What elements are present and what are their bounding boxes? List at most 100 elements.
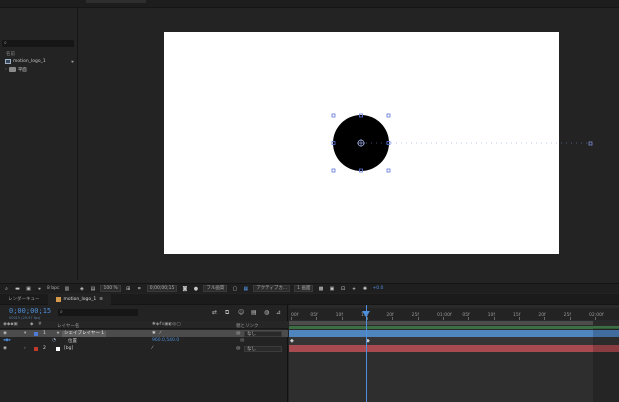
ruler-tick-mark [468, 317, 470, 320]
layer-row-1[interactable]: ◉ ▾ 1 ★ シェイプレイヤー 1 ✱ ⁄ @ なし [0, 330, 288, 337]
folder-icon[interactable]: ▬ [14, 286, 21, 292]
trash-icon[interactable]: ▥ [63, 286, 70, 292]
graph-editor-icon[interactable]: ⊿ [276, 309, 281, 316]
expand-arrow-icon[interactable]: ▾ [24, 331, 26, 336]
camera-icon[interactable]: ◙ [181, 286, 188, 292]
layer-row-2[interactable]: ◉ › 2 [bg] ⁄ @ なし [0, 345, 288, 352]
quality-switch-icon[interactable]: ⁄ [160, 331, 161, 336]
layer-name[interactable]: シェイプレイヤー 1 [62, 330, 107, 337]
timeline-layer-panel: 0;00;00;15 00015 (29.97 fps) ⌕ ⇄ ⧉ ☺ ▤ ◍… [0, 305, 288, 402]
shape-star-icon: ★ [56, 331, 61, 336]
empty-track-area [289, 352, 619, 402]
flowchart-icon[interactable]: ⚹ [350, 286, 357, 292]
visibility-eye-icon[interactable]: ◉ [3, 331, 7, 336]
tab-label: レンダーキュー [8, 296, 40, 302]
ruler-tick-mark [291, 317, 292, 320]
fit-icon[interactable]: ⊞ [125, 286, 132, 292]
ruler-tick-mark [569, 317, 571, 320]
current-time-display[interactable]: 0;00;00;15 [9, 307, 51, 315]
parent-dropdown[interactable]: なし [244, 345, 282, 352]
position-value[interactable]: 960.0,540.0 [152, 338, 179, 343]
flowchart-icon[interactable]: ⚹ [36, 286, 43, 292]
ruler-tick-mark [392, 317, 394, 320]
panel-tabs: レンダーキュー motion_logo_1 ≡ [0, 293, 619, 305]
layer-search-input[interactable]: ⌕ [58, 309, 138, 316]
layer-bar-2[interactable] [289, 345, 619, 352]
ruler-tick-label: 01:00f [437, 313, 452, 318]
views-dropdown[interactable]: 1 画面 [294, 285, 314, 292]
draft-3d-icon[interactable]: ⧉ [225, 309, 229, 317]
ruler-tick-mark [519, 317, 520, 320]
tab-menu-icon[interactable]: ≡ [99, 294, 103, 305]
search-icon: ⌕ [60, 309, 63, 315]
color-channel-icon[interactable]: ● [192, 286, 199, 292]
expression-pickwhip-icon[interactable]: @ [240, 338, 245, 343]
ruler-tick-mark [367, 317, 368, 320]
tab-render-queue[interactable]: レンダーキュー [0, 294, 48, 305]
transparency-grid-icon[interactable]: ▦ [242, 286, 249, 292]
playhead-icon[interactable] [362, 311, 370, 317]
magnify-icon[interactable]: ⌕ [3, 286, 10, 292]
current-time-indicator[interactable] [366, 305, 367, 402]
parent-dropdown[interactable]: なし [244, 330, 282, 337]
frame-count-display: 00015 (29.97 fps) [9, 316, 41, 320]
comp-end-shade [593, 328, 619, 402]
property-track-position: ◆ ◆ [289, 337, 619, 345]
composition-icon[interactable]: ▣ [25, 286, 32, 292]
tab-label: motion_logo_1 [63, 296, 97, 302]
ruler-tick-label: 00f [291, 313, 299, 318]
column-parent[interactable]: 親とリンク [236, 323, 259, 329]
frame-blend-icon[interactable]: ▤ [251, 309, 257, 316]
resolution-dropdown[interactable]: フル画質 [203, 285, 228, 292]
keyframe-icon[interactable]: ◆ [290, 338, 294, 344]
label-color-icon[interactable] [34, 346, 38, 351]
pickwhip-icon[interactable]: @ [236, 331, 241, 336]
always-preview-icon[interactable]: ◈ [78, 286, 85, 292]
shy-icon[interactable]: ☺ [238, 309, 244, 316]
viewer-timecode[interactable]: 0;00;00;15 [146, 285, 178, 292]
composition-color-icon [55, 296, 61, 302]
mask-icon[interactable]: ▤ [89, 286, 96, 292]
bpc-label[interactable]: 8 bpc [47, 286, 59, 291]
region-icon[interactable]: ▢ [231, 286, 238, 292]
quality-switch-icon[interactable]: ⁄ [152, 346, 153, 351]
layer-index: 2 [43, 346, 46, 351]
stopwatch-icon[interactable]: ◔ [52, 338, 56, 343]
av-switches-icon: ◉◆▪▣ [3, 322, 18, 327]
camera-dropdown[interactable]: アクティブカ... [253, 285, 291, 292]
solid-thumbnail-icon [56, 346, 60, 351]
work-area-bar[interactable] [289, 321, 593, 325]
number-icon: # [38, 322, 42, 327]
expand-arrow-icon[interactable]: › [24, 346, 26, 351]
timeline-graph-area[interactable]: 00f 05f 10f 15f 20f 25f 01:00f 05f 10f 15f 20f 25f 0… [289, 305, 619, 402]
layer-column-header: ◉◆▪▣ ◆ # レイヤー名 ✱◈⁄fx▣◐◎▢ 親とリンク [0, 321, 288, 329]
ruler-tick-mark [417, 317, 419, 320]
work-area-track [289, 326, 619, 329]
zoom-dropdown[interactable]: 100 % [100, 285, 121, 292]
property-row-position[interactable]: ◂◆▸ ◔ 位置 960.0,540.0 @ [0, 337, 288, 344]
composition-flow-icon[interactable]: ⇄ [212, 309, 217, 316]
label-icon: ◆ [30, 322, 34, 327]
exposure-icon[interactable]: ✺ [361, 286, 368, 292]
ruler-tick-mark [493, 317, 495, 320]
visibility-eye-icon[interactable]: ◉ [3, 346, 7, 351]
pickwhip-icon[interactable]: @ [236, 346, 241, 351]
ruler-tick-mark [341, 317, 343, 320]
render-icon[interactable]: ▣ [328, 286, 335, 292]
grid-icon[interactable]: ⌗ [136, 286, 143, 292]
collapse-switch-icon[interactable]: ✱ [152, 331, 156, 336]
ruler-tick-mark [544, 317, 546, 320]
switches-icon: ✱◈⁄fx▣◐◎▢ [152, 322, 181, 327]
tab-composition[interactable]: motion_logo_1 ≡ [47, 293, 112, 305]
exposure-value[interactable]: +0.0 [372, 286, 383, 291]
layer-name[interactable]: [bg] [64, 346, 73, 351]
motion-blur-icon[interactable]: ◍ [264, 309, 269, 316]
toggle-icon[interactable]: ▩ [317, 286, 324, 292]
layer-bar-1[interactable] [289, 330, 619, 337]
label-color-icon[interactable] [34, 331, 38, 336]
keyframe-nav-icon[interactable]: ◂◆▸ [3, 338, 11, 343]
property-name: 位置 [68, 338, 77, 344]
timeline-icon[interactable]: ⊡ [339, 286, 346, 292]
column-layer-name[interactable]: レイヤー名 [57, 323, 79, 329]
time-ruler[interactable]: 00f 05f 10f 15f 20f 25f 01:00f 05f 10f 15f 20f 25f 0… [289, 308, 619, 320]
